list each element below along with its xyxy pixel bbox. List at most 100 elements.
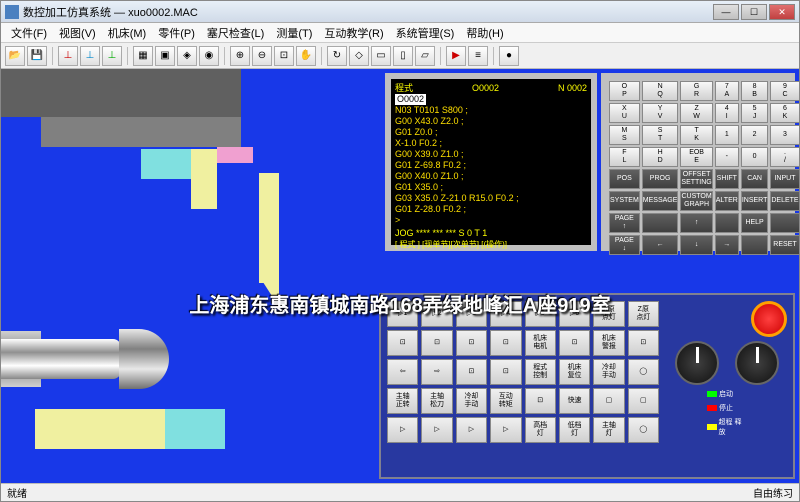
tb-iso[interactable]: ◇ bbox=[349, 46, 369, 66]
close-button[interactable]: ✕ bbox=[769, 4, 795, 20]
mcp-button[interactable]: 机床 复位 bbox=[559, 359, 590, 385]
mcp-button[interactable]: ⇨ bbox=[421, 359, 452, 385]
menu-file[interactable]: 文件(F) bbox=[5, 25, 53, 41]
keypad-key[interactable]: PAGE ↑ bbox=[609, 213, 640, 233]
keypad-key[interactable]: 6 K bbox=[770, 103, 799, 123]
mcp-button[interactable]: ▷ bbox=[490, 417, 521, 443]
keypad-key[interactable] bbox=[741, 235, 769, 255]
mcp-button[interactable]: ◯ bbox=[628, 359, 659, 385]
keypad-key[interactable]: 7 A bbox=[715, 81, 739, 101]
mcp-button[interactable]: ▷1 bbox=[387, 301, 418, 327]
keypad-key[interactable]: → bbox=[715, 235, 739, 255]
mcp-button[interactable]: 机床 警报 bbox=[593, 330, 624, 356]
mcp-button[interactable]: ▢ bbox=[628, 388, 659, 414]
tb-open[interactable]: 📂 bbox=[5, 46, 25, 66]
keypad-key[interactable]: OFFSET SETTING bbox=[680, 169, 712, 189]
keypad-key[interactable]: 1 bbox=[715, 125, 739, 145]
tb-rec[interactable]: ● bbox=[499, 46, 519, 66]
keypad-key[interactable]: - bbox=[715, 147, 739, 167]
tb-view3[interactable]: ◈ bbox=[177, 46, 197, 66]
keypad-key[interactable]: 2 bbox=[741, 125, 769, 145]
keypad-key[interactable]: 9 C bbox=[770, 81, 799, 101]
menu-teach[interactable]: 互动教学(R) bbox=[318, 25, 389, 41]
keypad-key[interactable]: Y V bbox=[642, 103, 679, 123]
tb-view1[interactable]: ▦ bbox=[133, 46, 153, 66]
mcp-button[interactable]: ⊡ bbox=[525, 388, 556, 414]
mcp-button[interactable]: ▷5 bbox=[525, 301, 556, 327]
tb-rotate[interactable]: ↻ bbox=[327, 46, 347, 66]
tb-zoom-out[interactable]: ⊖ bbox=[252, 46, 272, 66]
mcp-button[interactable]: ▢ bbox=[593, 388, 624, 414]
mcp-button[interactable]: ▷2 bbox=[421, 301, 452, 327]
keypad-key[interactable]: ↓ bbox=[680, 235, 712, 255]
tb-axis1[interactable]: ⊥ bbox=[58, 46, 78, 66]
menu-view[interactable]: 视图(V) bbox=[53, 25, 102, 41]
mcp-button[interactable]: ▷3 bbox=[456, 301, 487, 327]
tb-sim1[interactable]: ▶ bbox=[446, 46, 466, 66]
mcp-button[interactable]: ⊡ bbox=[559, 330, 590, 356]
keypad-key[interactable]: ALTER bbox=[715, 191, 739, 211]
mcp-button[interactable]: X原 点灯 bbox=[593, 301, 624, 327]
keypad-key[interactable]: Z W bbox=[680, 103, 712, 123]
spindle-override-dial[interactable] bbox=[735, 341, 779, 385]
maximize-button[interactable]: ☐ bbox=[741, 4, 767, 20]
tb-zoom-fit[interactable]: ⊡ bbox=[274, 46, 294, 66]
keypad-key[interactable]: INSERT bbox=[741, 191, 769, 211]
mcp-button[interactable]: ▷6 bbox=[559, 301, 590, 327]
mcp-button[interactable]: 主轴 正转 bbox=[387, 388, 418, 414]
mcp-button[interactable]: 机床 电机 bbox=[525, 330, 556, 356]
mcp-button[interactable]: ⊡ bbox=[456, 359, 487, 385]
mcp-button[interactable]: ⊡ bbox=[628, 330, 659, 356]
tb-zoom-in[interactable]: ⊕ bbox=[230, 46, 250, 66]
keypad-key[interactable]: T K bbox=[680, 125, 712, 145]
keypad-key[interactable] bbox=[715, 213, 739, 233]
keypad-key[interactable]: M S bbox=[609, 125, 640, 145]
mcp-button[interactable]: 冷却 手动 bbox=[593, 359, 624, 385]
mcp-button[interactable]: ⊡ bbox=[490, 359, 521, 385]
tb-view4[interactable]: ◉ bbox=[199, 46, 219, 66]
mcp-button[interactable]: 快速 bbox=[559, 388, 590, 414]
keypad-key[interactable]: H D bbox=[642, 147, 679, 167]
keypad-key[interactable]: 8 B bbox=[741, 81, 769, 101]
menu-machine[interactable]: 机床(M) bbox=[102, 25, 153, 41]
mcp-button[interactable]: ▷4 bbox=[490, 301, 521, 327]
keypad-key[interactable]: PAGE ↓ bbox=[609, 235, 640, 255]
tb-axis3[interactable]: ⊥ bbox=[102, 46, 122, 66]
mcp-button[interactable]: ▷ bbox=[421, 417, 452, 443]
keypad-key[interactable] bbox=[642, 213, 679, 233]
keypad-key[interactable]: ↑ bbox=[680, 213, 712, 233]
keypad-key[interactable]: CUSTOM GRAPH bbox=[680, 191, 712, 211]
tb-side[interactable]: ▯ bbox=[393, 46, 413, 66]
keypad-key[interactable]: ← bbox=[642, 235, 679, 255]
keypad-key[interactable]: 5 J bbox=[741, 103, 769, 123]
keypad-key[interactable]: SHIFT bbox=[715, 169, 739, 189]
keypad-key[interactable] bbox=[770, 213, 799, 233]
tb-axis2[interactable]: ⊥ bbox=[80, 46, 100, 66]
keypad-key[interactable]: X U bbox=[609, 103, 640, 123]
mcp-button[interactable]: 主轴 灯 bbox=[593, 417, 624, 443]
keypad-key[interactable]: O P bbox=[609, 81, 640, 101]
mcp-button[interactable]: 冷却 手动 bbox=[456, 388, 487, 414]
keypad-key[interactable]: PROG bbox=[642, 169, 679, 189]
keypad-key[interactable]: DELETE bbox=[770, 191, 799, 211]
mcp-button[interactable]: ⊡ bbox=[456, 330, 487, 356]
tb-save[interactable]: 💾 bbox=[27, 46, 47, 66]
tb-pan[interactable]: ✋ bbox=[296, 46, 316, 66]
tb-front[interactable]: ▭ bbox=[371, 46, 391, 66]
mcp-button[interactable]: Z原 点灯 bbox=[628, 301, 659, 327]
tb-view2[interactable]: ▣ bbox=[155, 46, 175, 66]
keypad-key[interactable]: F L bbox=[609, 147, 640, 167]
keypad-key[interactable]: N Q bbox=[642, 81, 679, 101]
keypad-key[interactable]: 3 bbox=[770, 125, 799, 145]
keypad-key[interactable]: MESSAGE bbox=[642, 191, 679, 211]
keypad-key[interactable]: RESET bbox=[770, 235, 799, 255]
keypad-key[interactable]: . / bbox=[770, 147, 799, 167]
feed-override-dial[interactable] bbox=[675, 341, 719, 385]
mcp-button[interactable]: 低档 灯 bbox=[559, 417, 590, 443]
mcp-button[interactable]: ⇦ bbox=[387, 359, 418, 385]
keypad-key[interactable]: HELP bbox=[741, 213, 769, 233]
keypad-key[interactable]: INPUT bbox=[770, 169, 799, 189]
mcp-button[interactable]: ◯ bbox=[628, 417, 659, 443]
mcp-button[interactable]: ⊡ bbox=[387, 330, 418, 356]
mcp-button[interactable]: 主轴 松刀 bbox=[421, 388, 452, 414]
